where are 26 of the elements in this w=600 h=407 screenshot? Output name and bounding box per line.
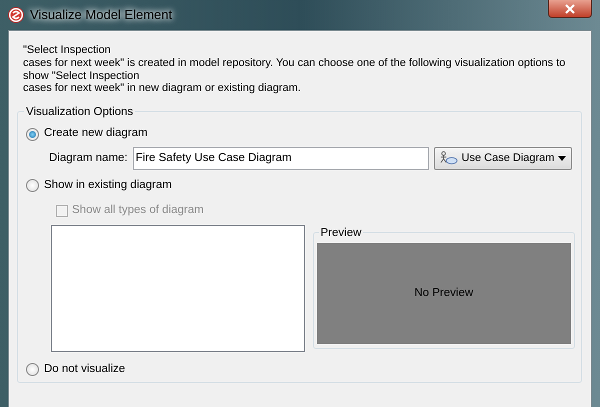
diagram-list[interactable] bbox=[51, 225, 305, 352]
message-text: cases for next week" is created in model repository. You can choose one of the following visualization options to bbox=[23, 56, 566, 70]
radio-option[interactable]: Create new diagram bbox=[26, 125, 575, 143]
preview-text: No Preview bbox=[414, 286, 474, 302]
caret-icon bbox=[558, 156, 566, 161]
close-button[interactable] bbox=[548, 0, 592, 18]
diagram-type-dropdown[interactable]: Use Case Diagram bbox=[434, 146, 572, 170]
window-title: Visualize Model Element bbox=[30, 6, 172, 24]
actor-usecase-icon bbox=[440, 150, 458, 166]
diagram-name-field[interactable]: Fire Safety Use Case Diagram bbox=[132, 146, 429, 170]
close-icon bbox=[565, 4, 575, 14]
radio-label: Create new diagram bbox=[44, 126, 148, 142]
radio-option[interactable]: Do not visualize bbox=[26, 361, 575, 378]
message-text: cases for next week" in new diagram or existing diagram. bbox=[23, 82, 302, 96]
radio-label: Show in existing diagram bbox=[44, 178, 172, 193]
radio-button[interactable] bbox=[26, 128, 39, 141]
radio-option[interactable]: Show in existing diagram bbox=[26, 176, 575, 194]
field-label: Diagram name: bbox=[49, 150, 128, 166]
radio-button[interactable] bbox=[26, 363, 39, 376]
message-text: "Select Inspection bbox=[23, 44, 112, 57]
message-text: show "Select Inspection bbox=[23, 70, 140, 82]
radio-label: Do not visualize bbox=[44, 362, 126, 378]
radio-button[interactable] bbox=[26, 178, 39, 192]
app-logo-icon bbox=[8, 7, 24, 23]
checkbox-label: Show all types of diagram bbox=[72, 202, 204, 218]
dropdown-label: Use Case Diagram bbox=[462, 150, 554, 166]
